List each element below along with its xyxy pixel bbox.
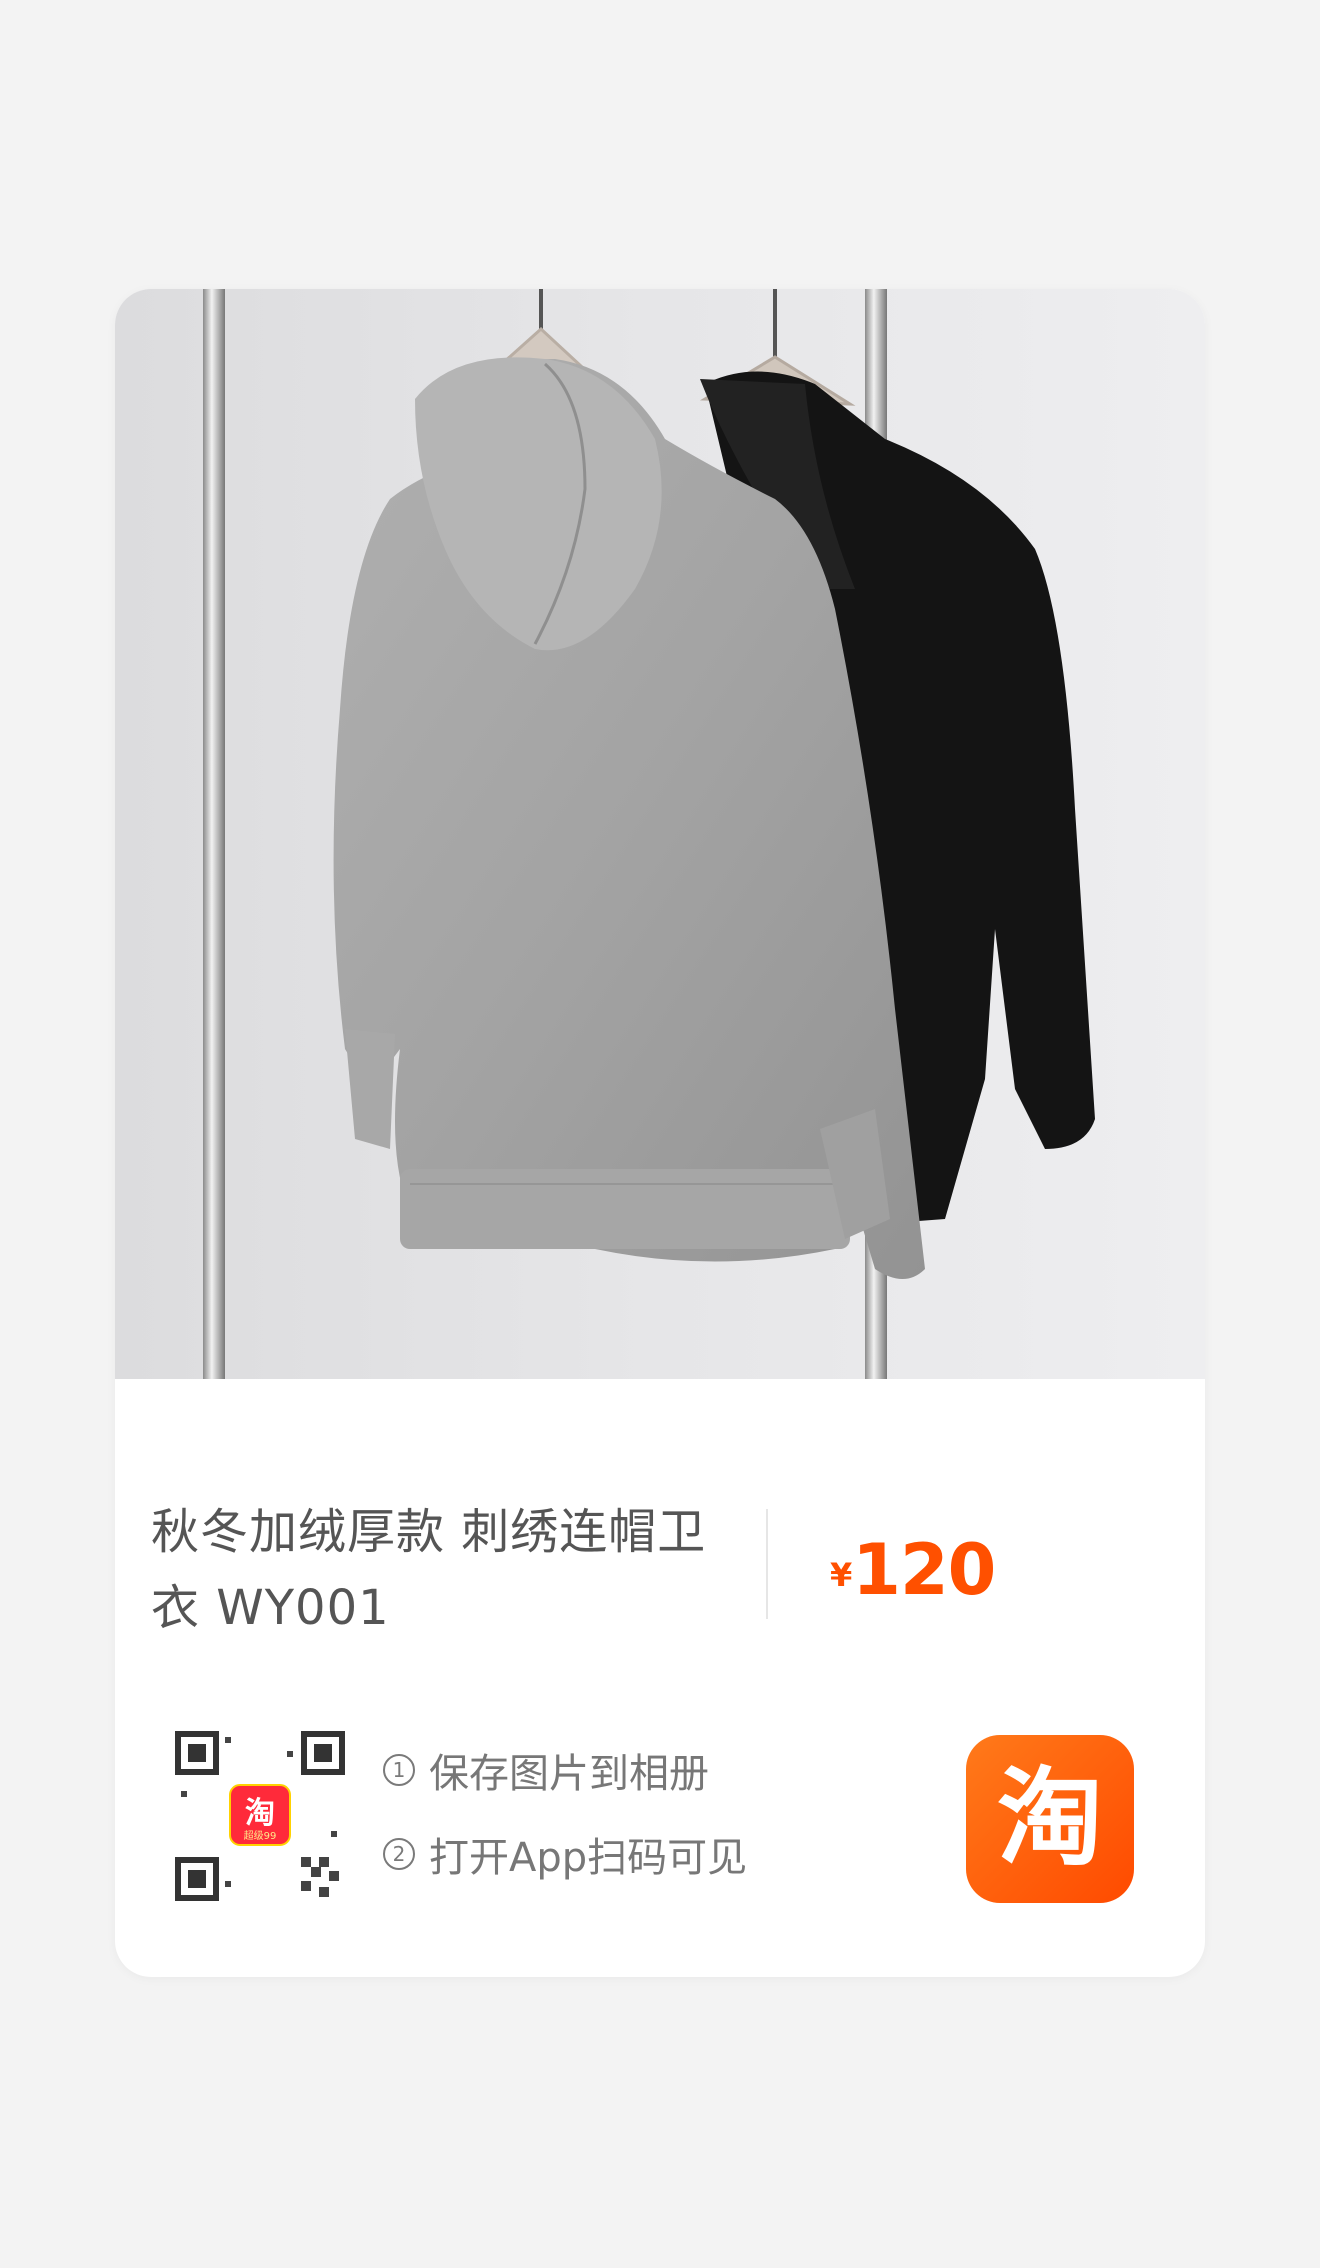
qr-code[interactable]: 淘 超级99 [175, 1731, 345, 1901]
share-card: 秋冬加绒厚款 刺绣连帽卫衣 WY001 ¥120 淘 超级99 1 保存图片到相… [115, 289, 1205, 1977]
step-open-app: 2 打开App扫码可见 [383, 1823, 823, 1885]
step-number-icon: 2 [383, 1838, 415, 1870]
product-image[interactable] [115, 289, 1205, 1379]
step-save-image: 1 保存图片到相册 [383, 1739, 823, 1801]
step-text: 打开App扫码可见 [429, 1835, 748, 1881]
currency-symbol: ¥ [830, 1556, 853, 1594]
share-instructions: 1 保存图片到相册 2 打开App扫码可见 [383, 1739, 823, 1907]
product-price: ¥120 [830, 1529, 1130, 1611]
product-info: 秋冬加绒厚款 刺绣连帽卫衣 WY001 ¥120 [115, 1379, 1205, 1679]
price-amount: 120 [852, 1529, 996, 1611]
divider [766, 1509, 768, 1619]
taobao-app-icon[interactable]: 淘 [966, 1735, 1134, 1903]
product-title[interactable]: 秋冬加绒厚款 刺绣连帽卫衣 WY001 [151, 1494, 731, 1646]
taobao-logo-icon: 淘 [997, 1757, 1103, 1880]
qr-badge-subtext: 超级99 [244, 1829, 277, 1842]
step-text: 保存图片到相册 [429, 1751, 709, 1797]
step-number-icon: 1 [383, 1754, 415, 1786]
qr-badge-icon: 淘 [245, 1796, 275, 1831]
